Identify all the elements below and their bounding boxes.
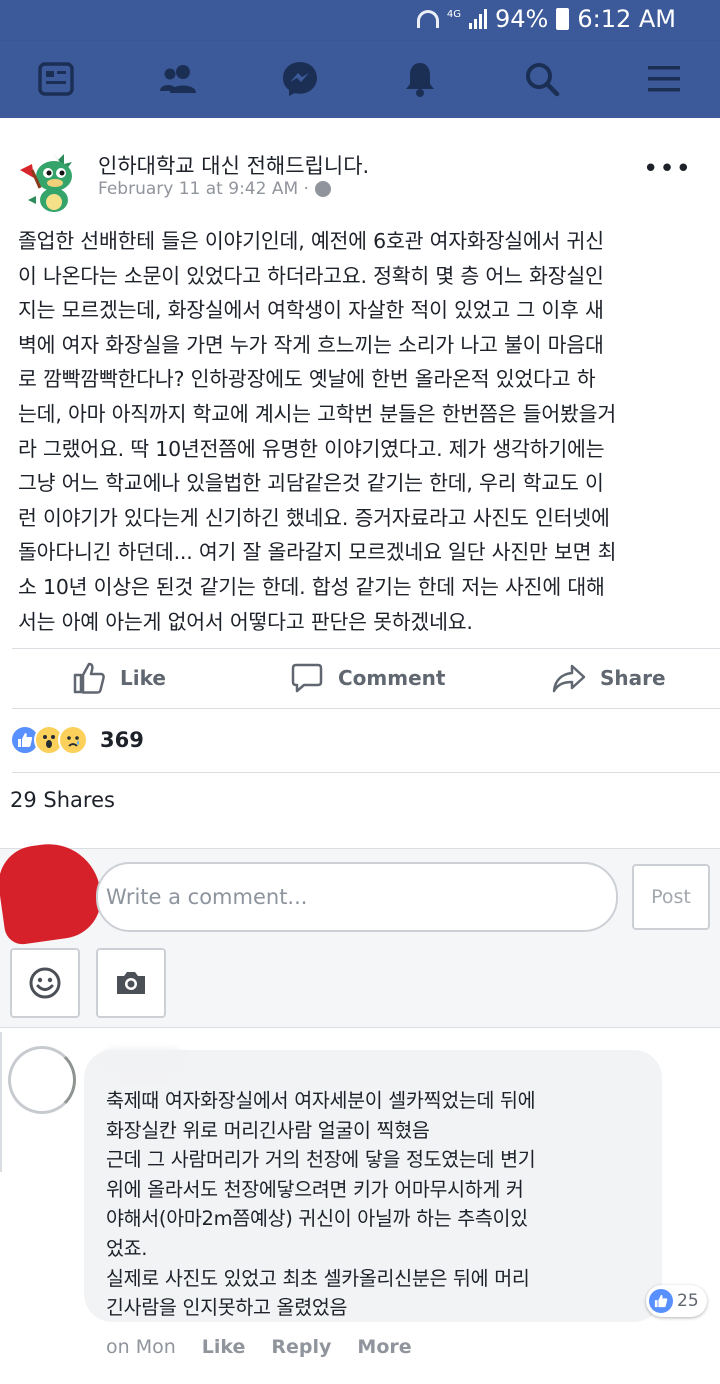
post-line: 런 이야기가 있다는게 신기하긴 했네요. 증거자료라고 사진도 인터넷에 <box>18 505 610 530</box>
messenger-icon[interactable] <box>280 59 320 99</box>
post-header: 인하대학교 대신 전해드립니다. February 11 at 9:42 AM … <box>0 118 720 218</box>
comment-line: 축제때 여자화장실에서 여자세분이 셀카찍었는데 뒤에 <box>106 1089 536 1112</box>
photo-button[interactable] <box>96 948 166 1018</box>
comment-line: 야해서(아마2m쯤예상) 귀신이 아닐까 하는 추측이있 <box>106 1207 528 1231</box>
emoji-button[interactable] <box>10 948 80 1018</box>
divider <box>12 772 720 773</box>
post-line: 소 10년 이상은 된것 같기는 한데. 합성 같기는 한데 저는 사진에 대해 <box>18 574 605 599</box>
post-body: 졸업한 선배한테 들은 이야기인데, 예전에 6호관 여자화장실에서 귀신 이 … <box>18 224 708 639</box>
comment-meta: on Mon Like Reply More <box>106 1336 412 1358</box>
signal-icon <box>469 9 487 29</box>
comment-line: 화장실칸 위로 머리긴사람 얼굴이 찍혔음 <box>106 1118 430 1142</box>
comment-label[interactable]: Comment <box>338 666 445 690</box>
page-name[interactable]: 인하대학교 대신 전해드립니다. <box>98 150 369 180</box>
smiley-icon <box>29 967 61 999</box>
comment-line: 근데 그 사람머리가 거의 천장에 닿을 정도였는데 변기 <box>106 1148 536 1172</box>
news-feed-icon[interactable] <box>36 59 76 99</box>
comment-text: 축제때 여자화장실에서 여자세분이 셀카찍었는데 뒤에 화장실칸 위로 머리긴사… <box>106 1086 646 1323</box>
post-line: 는데, 아마 아직까지 학교에 계시는 고학번 분들은 한번쯤은 들어봤을거 <box>18 401 616 426</box>
like-button[interactable]: Like <box>72 660 166 696</box>
comment-more-link[interactable]: More <box>357 1336 411 1358</box>
comment-reaction-number: 25 <box>677 1291 699 1311</box>
reaction-summary[interactable]: 369 <box>10 722 144 758</box>
share-count[interactable]: 29 Shares <box>10 788 115 812</box>
divider <box>12 708 720 709</box>
top-navigation <box>0 40 720 118</box>
share-button[interactable]: Share <box>552 660 666 696</box>
comment-input[interactable]: Write a comment... <box>96 862 618 932</box>
commenter-avatar[interactable] <box>8 1046 76 1114</box>
divider <box>12 648 720 649</box>
battery-percent: 94% <box>495 5 549 33</box>
post-line: 졸업한 선배한테 들은 이야기인데, 예전에 6호관 여자화장실에서 귀신 <box>18 229 604 253</box>
post-time-text[interactable]: February 11 at 9:42 AM · <box>98 179 309 199</box>
sad-reaction-icon <box>58 725 88 755</box>
search-icon[interactable] <box>522 59 562 99</box>
comment-like-link[interactable]: Like <box>202 1336 246 1358</box>
notifications-icon[interactable] <box>400 59 440 99</box>
clock: 6:12 AM <box>577 5 676 33</box>
wifi-icon <box>416 10 439 28</box>
thread-line <box>0 1032 2 1172</box>
more-options-icon[interactable]: ••• <box>643 154 692 184</box>
comment-line: 실제로 사진도 있었고 최초 셀카올리신분은 뒤에 머리 <box>106 1266 530 1290</box>
menu-icon[interactable] <box>644 59 684 99</box>
like-label[interactable]: Like <box>120 666 166 690</box>
post-line: 로 깜빡깜빡한다나? 인하광장에도 옛날에 한번 올라온적 있었다고 하 <box>18 367 596 392</box>
camera-icon <box>117 972 145 994</box>
battery-icon <box>556 8 570 30</box>
post-line: 그냥 어느 학교에나 있을법한 괴담같은것 같기는 한데, 우리 학교도 이 <box>18 471 604 496</box>
comment-button[interactable]: Comment <box>290 660 445 696</box>
comment-line: 었죠. <box>106 1236 148 1260</box>
share-label[interactable]: Share <box>600 666 666 690</box>
status-bar: 4G 94% 6:12 AM <box>0 0 720 40</box>
post-line: 이 나온다는 소문이 있었다고 하더라고요. 정확히 몇 층 어느 화장실인 <box>18 263 604 288</box>
comment-icon <box>291 663 323 693</box>
post-line: 벽에 여자 화장실을 가면 누가 작게 흐느끼는 소리가 나고 불이 마음대 <box>18 332 604 357</box>
page-avatar[interactable] <box>14 148 80 214</box>
comment-reply-link[interactable]: Reply <box>271 1336 331 1358</box>
post-timestamp[interactable]: February 11 at 9:42 AM · <box>98 179 331 199</box>
thumbs-up-icon <box>73 662 105 694</box>
reaction-count[interactable]: 369 <box>100 728 144 752</box>
post-line: 돌아다니긴 하던데... 여기 잘 올라갈지 모르겠네요 일단 사진만 보면 최 <box>18 540 617 565</box>
post-line: 지는 모르겠는데, 화장실에서 여학생이 자살한 적이 있었고 그 이후 새 <box>18 298 604 323</box>
status-indicators: 4G 94% 6:12 AM <box>416 4 676 34</box>
network-type: 4G <box>446 8 461 20</box>
comment-reaction-count[interactable]: 25 <box>646 1285 707 1317</box>
friends-icon[interactable] <box>158 59 198 99</box>
like-reaction-icon <box>649 1289 673 1313</box>
post-line: 라 그랬어요. 딱 10년전쯤에 유명한 이야기였다고. 제가 생각하기에는 <box>18 436 605 461</box>
share-icon <box>552 664 586 693</box>
post-comment-button[interactable]: Post <box>632 864 710 930</box>
comment-time[interactable]: on Mon <box>106 1336 176 1358</box>
globe-icon <box>314 181 331 197</box>
commenter-name-redacted <box>100 1048 186 1076</box>
post-line: 서는 아예 아는게 없어서 어떻다고 판단은 못하겠네요. <box>18 609 473 634</box>
post-actions: Like Comment Share <box>0 650 720 706</box>
comment-line: 위에 올라서도 천장에닿으려면 키가 어마무시하게 커 <box>106 1177 524 1201</box>
comment-line: 긴사람을 인지못하고 올렸었음 <box>106 1296 348 1320</box>
